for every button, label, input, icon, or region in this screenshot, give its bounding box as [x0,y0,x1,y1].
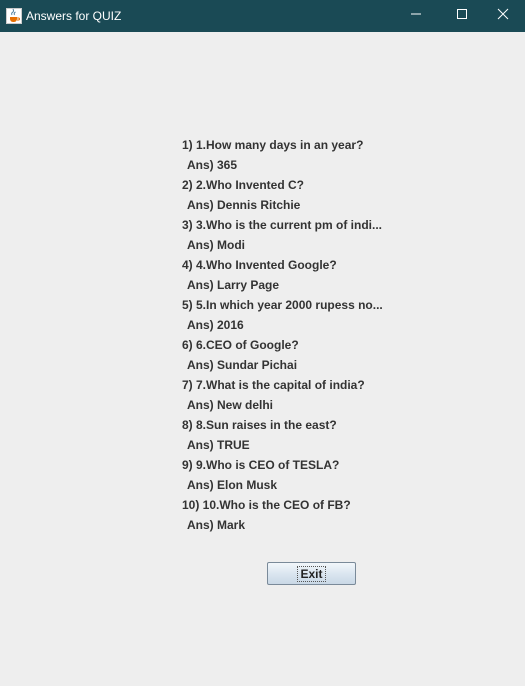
question-label: 5) 5.In which year 2000 rupess no... [182,298,383,312]
question-label: 3) 3.Who is the current pm of indi... [182,218,383,232]
window-title: Answers for QUIZ [26,9,122,23]
answers-list: 1) 1.How many days in an year? Ans) 365 … [182,135,422,535]
answer-label: Ans) 2016 [187,318,244,332]
question-label: 4) 4.Who Invented Google? [182,258,337,272]
title-bar[interactable]: Answers for QUIZ [0,0,525,32]
question-label: 8) 8.Sun raises in the east? [182,418,337,432]
answer-label: Ans) 365 [187,158,238,172]
content-panel: 1) 1.How many days in an year? Ans) 365 … [0,32,525,686]
question-label: 1) 1.How many days in an year? [182,138,364,152]
exit-button[interactable]: Exit [267,562,356,585]
question-label: 7) 7.What is the capital of india? [182,378,365,392]
answer-label: Ans) Modi [187,238,245,252]
question-label: 2) 2.Who Invented C? [182,178,305,192]
question-label: 9) 9.Who is CEO of TESLA? [182,458,340,472]
maximize-button[interactable] [439,0,484,32]
answer-label: Ans) Sundar Pichai [187,358,298,372]
minimize-icon [410,7,422,25]
exit-button-label: Exit [297,565,326,582]
close-button[interactable] [480,0,525,32]
answer-label: Ans) New delhi [187,398,274,412]
answer-label: Ans) Mark [187,518,246,532]
maximize-icon [456,7,468,25]
question-label: 6) 6.CEO of Google? [182,338,299,352]
minimize-button[interactable] [393,0,438,32]
answer-label: Ans) Dennis Ritchie [187,198,301,212]
answer-label: Ans) Elon Musk [187,478,278,492]
question-label: 10) 10.Who is the CEO of FB? [182,498,351,512]
answer-label: Ans) TRUE [187,438,250,452]
answer-label: Ans) Larry Page [187,278,280,292]
close-icon [497,7,509,25]
java-cup-icon [6,8,22,24]
